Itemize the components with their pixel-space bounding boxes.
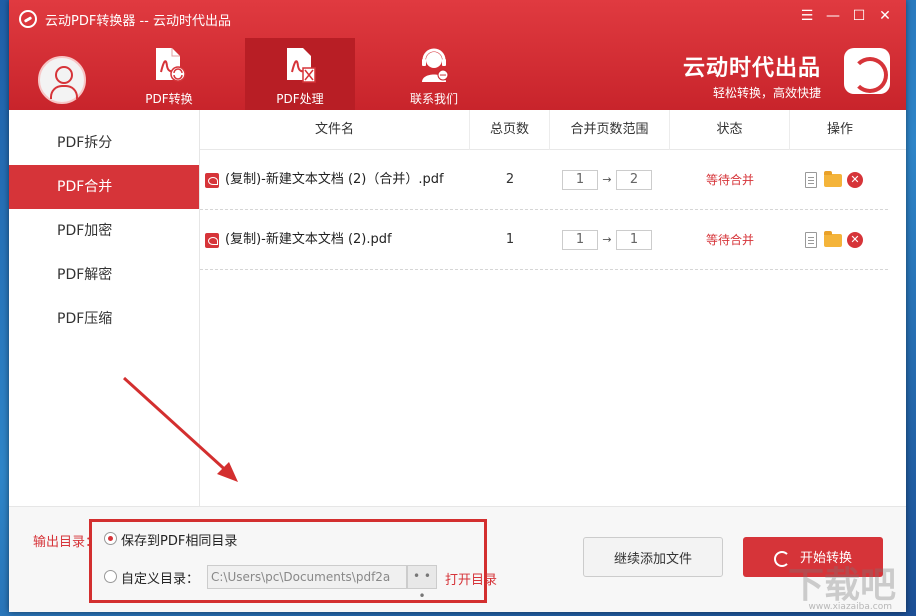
tab-pdf-convert[interactable]: PDF转换 xyxy=(114,38,224,110)
title-bar: 云动PDF转换器 -- 云动时代出品 ☰ — ☐ ✕ xyxy=(9,0,906,38)
file-name: (复制)-新建文本文档 (2).pdf xyxy=(225,232,392,247)
pdf-process-icon xyxy=(287,48,316,83)
column-total-pages: 总页数 xyxy=(470,110,550,150)
menu-icon[interactable]: ☰ xyxy=(794,8,820,24)
delete-icon[interactable]: ✕ xyxy=(847,172,863,188)
app-logo-icon xyxy=(19,10,37,28)
arrow-right-icon: → xyxy=(602,233,612,246)
maximize-icon[interactable]: ☐ xyxy=(846,8,872,24)
brand-slogan: 轻松转换，高效快捷 xyxy=(712,86,821,100)
user-avatar[interactable] xyxy=(38,56,86,104)
brand-name: 云动时代出品 xyxy=(682,56,821,81)
tab-pdf-convert-label: PDF转换 xyxy=(145,92,193,106)
folder-icon[interactable] xyxy=(824,231,842,247)
pdf-file-icon xyxy=(205,173,219,188)
tab-pdf-process-label: PDF处理 xyxy=(276,92,324,106)
status-text: 等待合并 xyxy=(705,173,754,187)
customer-service-icon xyxy=(422,48,449,82)
window-title: 云动PDF转换器 -- 云动时代出品 xyxy=(45,13,231,29)
table-header: 文件名 总页数 合并页数范围 状态 操作 xyxy=(200,110,906,150)
column-filename: 文件名 xyxy=(200,110,470,150)
minimize-icon[interactable]: — xyxy=(820,8,846,24)
total-pages: 2 xyxy=(505,172,515,187)
file-list-area: 文件名 总页数 合并页数范围 状态 操作 (复制)-新建文本文档 (2)（合并）… xyxy=(200,110,906,506)
sidebar: PDF拆分 PDF合并 PDF加密 PDF解密 PDF压缩 xyxy=(9,110,200,506)
add-files-button[interactable]: 继续添加文件 xyxy=(583,537,723,577)
range-from-input[interactable]: 1 xyxy=(562,170,598,190)
output-footer: 输出目录： 保存到PDF相同目录 自定义目录： • • • 打开目录 继续添加文… xyxy=(9,506,906,612)
pdf-convert-icon xyxy=(156,48,186,82)
brand-logo-icon xyxy=(844,48,890,94)
radio-custom-dir-label[interactable]: 自定义目录： xyxy=(121,568,199,587)
range-to-input[interactable]: 1 xyxy=(616,230,652,250)
brand-block: 云动时代出品 轻松转换，高效快捷 xyxy=(683,50,821,101)
column-actions: 操作 xyxy=(826,122,853,137)
document-icon[interactable] xyxy=(805,172,817,188)
tab-contact-us[interactable]: 联系我们 xyxy=(379,38,489,110)
close-icon[interactable]: ✕ xyxy=(872,8,898,24)
range-from-input[interactable]: 1 xyxy=(562,230,598,250)
table-row[interactable]: (复制)-新建文本文档 (2).pdf 1 1 → 1 等待合并 ✕ xyxy=(200,210,888,270)
sidebar-item-pdf-encrypt[interactable]: PDF加密 xyxy=(9,209,199,253)
table-row[interactable]: (复制)-新建文本文档 (2)（合并）.pdf 2 1 → 2 等待合并 ✕ xyxy=(200,150,888,210)
status-text: 等待合并 xyxy=(705,233,754,247)
app-window: 云动PDF转换器 -- 云动时代出品 ☰ — ☐ ✕ PDF转换 PDF处理 联… xyxy=(9,0,906,612)
sidebar-item-pdf-compress[interactable]: PDF压缩 xyxy=(9,297,199,341)
radio-same-dir[interactable] xyxy=(104,532,117,545)
window-controls: ☰ — ☐ ✕ xyxy=(794,8,898,24)
watermark-url: www.xiazaiba.com xyxy=(808,602,892,612)
watermark-logo: 下载吧 xyxy=(787,565,896,606)
open-directory-link[interactable]: 打开目录 xyxy=(445,569,497,588)
custom-path-input[interactable] xyxy=(207,565,407,589)
tab-pdf-process[interactable]: PDF处理 xyxy=(245,38,355,110)
radio-custom-dir[interactable] xyxy=(104,570,117,583)
tab-contact-us-label: 联系我们 xyxy=(409,92,458,106)
sidebar-item-pdf-merge[interactable]: PDF合并 xyxy=(9,165,199,209)
column-merge-range: 合并页数范围 xyxy=(550,110,670,150)
folder-icon[interactable] xyxy=(824,171,842,187)
column-status: 状态 xyxy=(670,110,790,150)
delete-icon[interactable]: ✕ xyxy=(847,232,863,248)
sidebar-item-pdf-decrypt[interactable]: PDF解密 xyxy=(9,253,199,297)
range-to-input[interactable]: 2 xyxy=(616,170,652,190)
radio-same-dir-label[interactable]: 保存到PDF相同目录 xyxy=(121,530,237,549)
arrow-right-icon: → xyxy=(602,173,612,186)
browse-button[interactable]: • • • xyxy=(407,565,437,603)
file-name: (复制)-新建文本文档 (2)（合并）.pdf xyxy=(225,172,444,187)
total-pages: 1 xyxy=(505,232,515,247)
app-header: 云动PDF转换器 -- 云动时代出品 ☰ — ☐ ✕ PDF转换 PDF处理 联… xyxy=(9,0,906,110)
document-icon[interactable] xyxy=(805,232,817,248)
pdf-file-icon xyxy=(205,233,219,248)
sidebar-item-pdf-split[interactable]: PDF拆分 xyxy=(9,121,199,165)
